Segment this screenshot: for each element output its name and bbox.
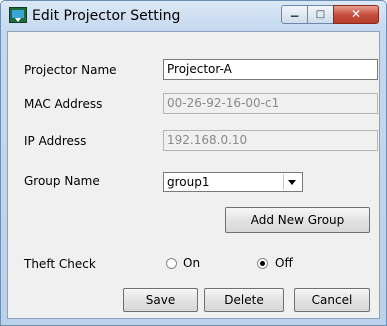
group-name-label: Group Name: [24, 174, 100, 188]
close-button[interactable]: ✕: [333, 5, 379, 24]
dialog-body: Projector Name Projector-A MAC Address 0…: [7, 31, 380, 319]
projector-name-label: Projector Name: [24, 63, 117, 77]
theft-check-on-radio[interactable]: [166, 258, 177, 269]
dropdown-arrow-icon[interactable]: [283, 174, 300, 190]
group-name-dropdown[interactable]: group1: [163, 172, 303, 192]
cancel-button[interactable]: Cancel: [294, 288, 370, 312]
ip-address-label: IP Address: [24, 134, 87, 148]
theft-check-on-label[interactable]: On: [183, 256, 200, 270]
theft-check-off-label[interactable]: Off: [275, 256, 293, 270]
group-name-value: group1: [167, 175, 210, 189]
minimize-button[interactable]: −: [281, 5, 308, 24]
save-button[interactable]: Save: [123, 288, 198, 312]
projector-name-field[interactable]: Projector-A: [163, 59, 378, 80]
dialog-window: Edit Projector Setting − □ ✕ Projector N…: [0, 0, 387, 326]
maximize-button[interactable]: □: [307, 5, 334, 24]
minimize-icon: −: [289, 9, 300, 23]
window-title: Edit Projector Setting: [32, 8, 181, 24]
maximize-icon: □: [315, 9, 326, 20]
projector-app-icon: [9, 7, 27, 23]
theft-check-label: Theft Check: [24, 257, 96, 271]
add-new-group-button[interactable]: Add New Group: [225, 207, 370, 233]
ip-address-field: 192.168.0.10: [163, 130, 378, 151]
theft-check-off-radio[interactable]: [257, 258, 268, 269]
mac-address-label: MAC Address: [24, 97, 103, 111]
close-icon: ✕: [350, 7, 362, 21]
title-bar[interactable]: Edit Projector Setting − □ ✕: [1, 1, 386, 31]
delete-button[interactable]: Delete: [204, 288, 284, 312]
mac-address-field: 00-26-92-16-00-c1: [163, 93, 378, 114]
